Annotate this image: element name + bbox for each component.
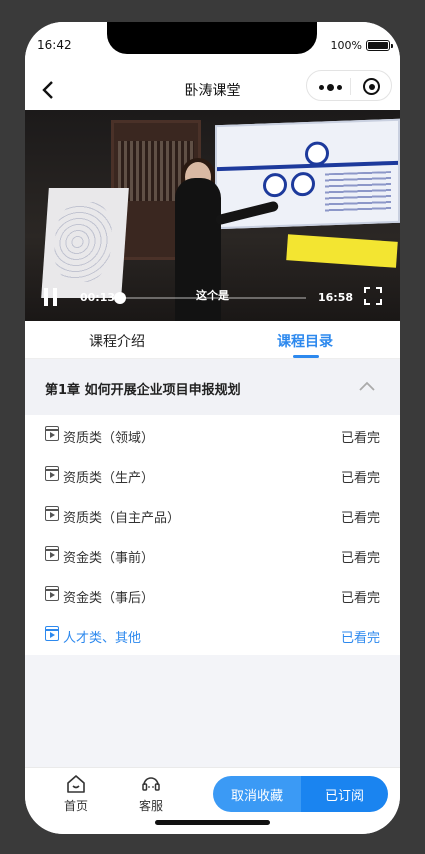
home-tab[interactable]: 首页 — [51, 774, 101, 814]
tab-bar: 课程介绍 课程目录 — [25, 321, 400, 359]
total-time: 16:58 — [318, 291, 354, 304]
video-lesson-icon — [45, 466, 59, 481]
battery-percent: 100% — [330, 39, 362, 52]
list-item[interactable]: 资质类（领域） 已看完 — [25, 415, 400, 455]
cancel-favorite-button[interactable]: 取消收藏 — [213, 776, 301, 812]
battery-icon — [366, 40, 393, 51]
lesson-title: 资金类（事前） — [63, 551, 155, 566]
headset-icon — [142, 777, 160, 791]
video-lesson-icon — [45, 586, 59, 601]
more-dots-icon[interactable] — [319, 84, 342, 91]
service-tab[interactable]: 客服 — [126, 774, 176, 814]
list-item-active[interactable]: 人才类、其他 已看完 — [25, 615, 400, 655]
service-label: 客服 — [138, 799, 163, 813]
lesson-title: 资质类（领域） — [63, 431, 155, 446]
home-indicator — [155, 820, 270, 825]
video-player[interactable]: 00:13 这个是 16:58 — [25, 110, 400, 321]
chapter-title: 第1章 如何开展企业项目申报规划 — [45, 383, 241, 398]
tab-active-underline — [293, 355, 319, 358]
list-item[interactable]: 资质类（生产） 已看完 — [25, 455, 400, 495]
lesson-title: 资金类（事后） — [63, 591, 155, 606]
subscribed-button[interactable]: 已订阅 — [301, 776, 388, 812]
home-label: 首页 — [63, 799, 88, 813]
list-item[interactable]: 资金类（事后） 已看完 — [25, 575, 400, 615]
lesson-list: 资质类（领域） 已看完 资质类（生产） 已看完 资质类（自主产品） 已看完 资金… — [25, 415, 400, 655]
video-flipchart — [41, 188, 129, 298]
lesson-status: 已看完 — [340, 631, 380, 646]
notch — [107, 22, 317, 54]
list-item[interactable]: 资质类（自主产品） 已看完 — [25, 495, 400, 535]
video-yellow-banner — [286, 234, 398, 268]
tab-course-intro[interactable]: 课程介绍 — [89, 331, 145, 351]
lesson-status: 已看完 — [340, 511, 380, 526]
chapter-header[interactable]: 第1章 如何开展企业项目申报规划 — [25, 359, 400, 415]
close-target-icon[interactable] — [363, 78, 380, 95]
lesson-title: 资质类（生产） — [63, 471, 155, 486]
status-time: 16:42 — [37, 38, 72, 52]
video-lesson-icon — [45, 426, 59, 441]
tab-course-catalog[interactable]: 课程目录 — [277, 331, 333, 351]
video-lesson-icon — [45, 506, 59, 521]
lesson-title: 资质类（自主产品） — [63, 511, 181, 526]
list-item[interactable]: 资金类（事前） 已看完 — [25, 535, 400, 575]
lesson-status: 已看完 — [340, 551, 380, 566]
lesson-status: 已看完 — [340, 431, 380, 446]
lesson-title: 人才类、其他 — [63, 631, 142, 646]
video-lesson-icon — [45, 546, 59, 561]
phone-screen: 16:42 100% 卧涛课堂 00:13 这个是 16:58 课程介绍 课程目… — [25, 22, 400, 834]
video-lesson-icon — [45, 626, 59, 641]
nav-bar: 卧涛课堂 — [25, 70, 400, 110]
mini-program-capsule — [306, 70, 392, 101]
capsule-divider — [350, 78, 351, 95]
lesson-status: 已看完 — [340, 591, 380, 606]
home-icon — [67, 775, 85, 793]
action-buttons: 取消收藏 已订阅 — [213, 776, 388, 812]
chevron-up-icon[interactable] — [359, 381, 375, 391]
fullscreen-icon[interactable] — [364, 287, 382, 305]
lesson-status: 已看完 — [340, 471, 380, 486]
